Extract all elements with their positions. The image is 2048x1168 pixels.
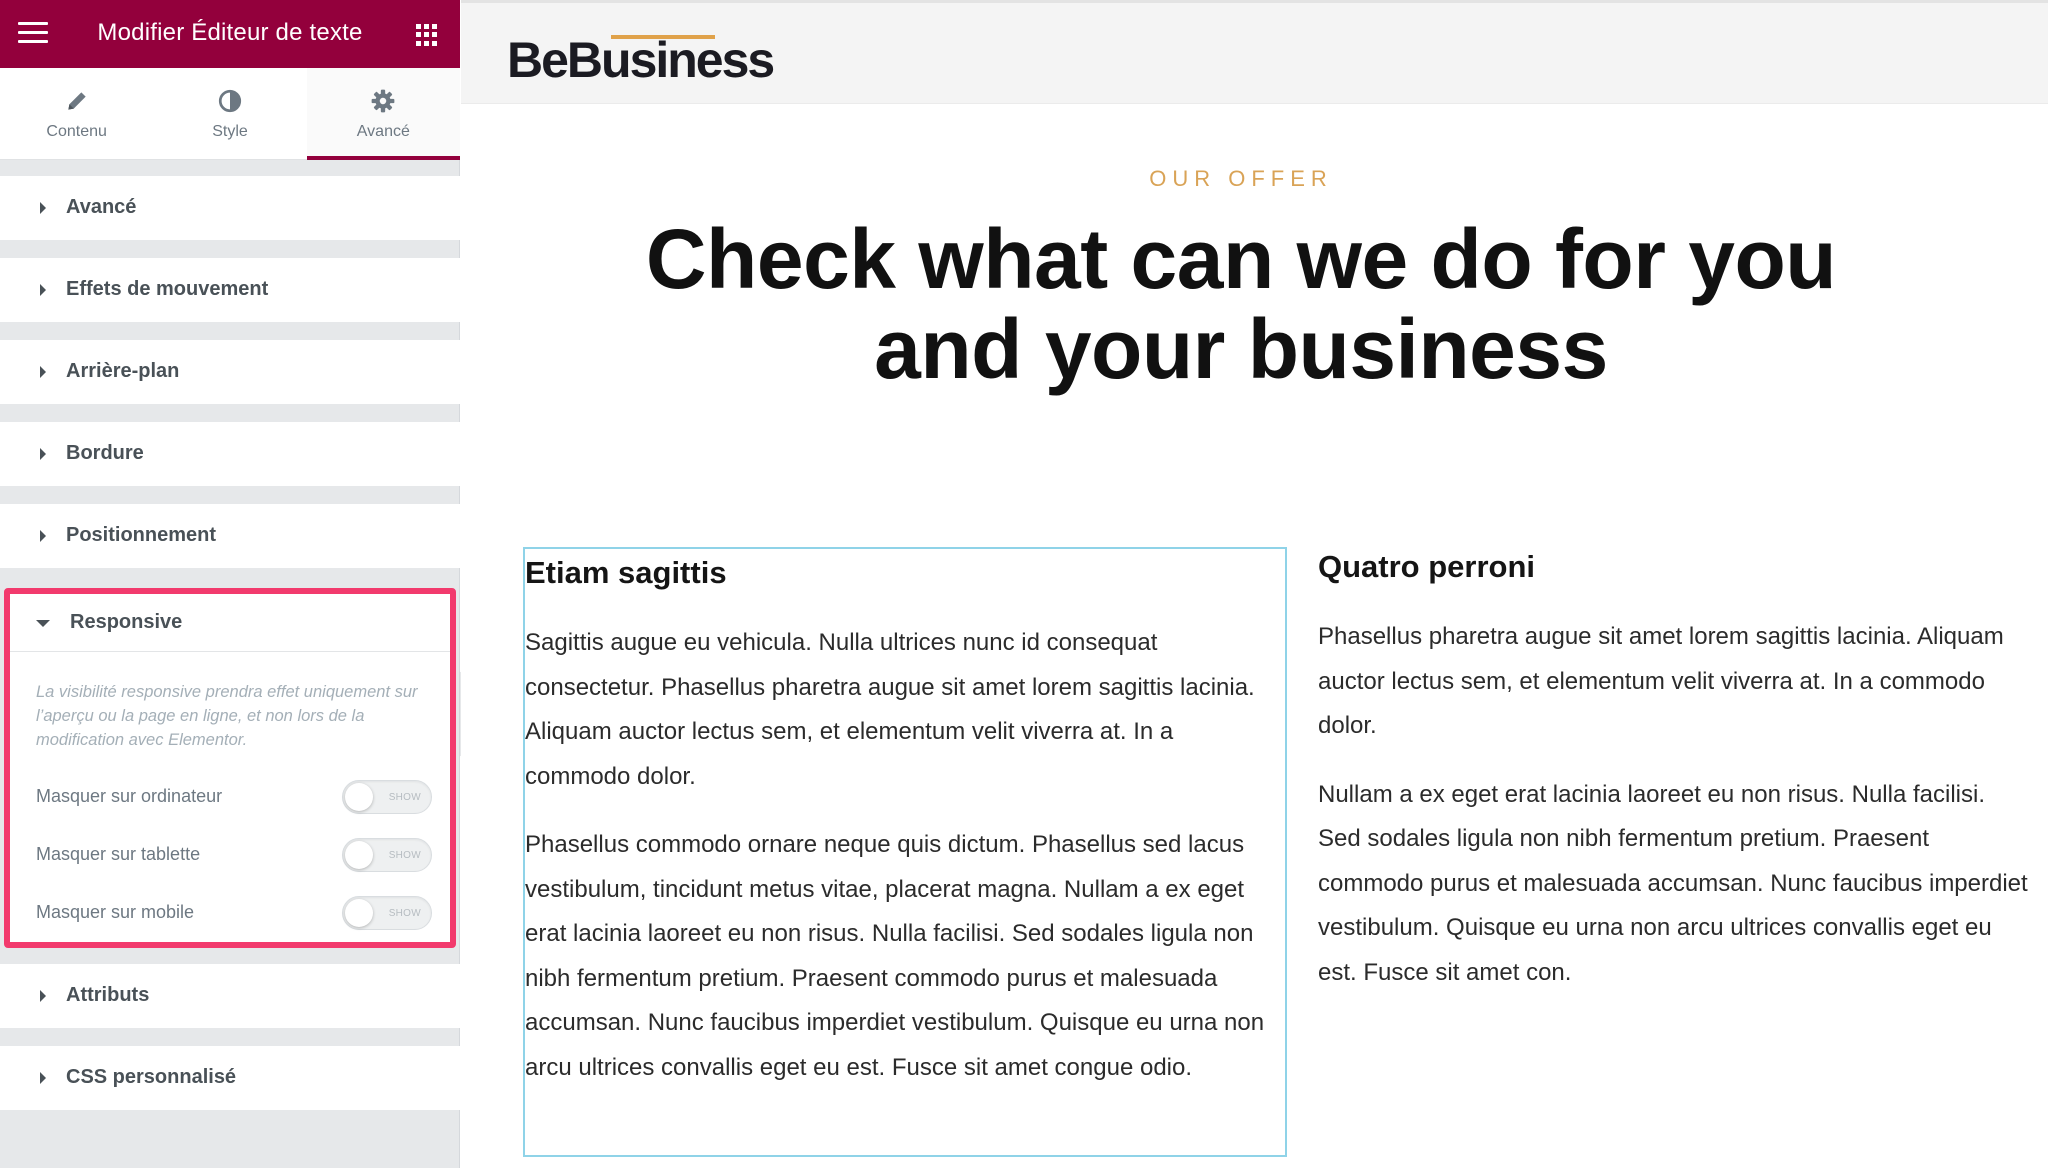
caret-right-icon bbox=[40, 284, 46, 296]
switch-state: SHOW bbox=[388, 850, 421, 861]
section-headline: Check what can we do for you and your bu… bbox=[461, 214, 2021, 394]
tab-label: Style bbox=[212, 123, 248, 140]
hide-mobile-switch[interactable]: SHOW bbox=[342, 896, 432, 930]
half-circle-icon bbox=[218, 89, 242, 113]
section-positionnement[interactable]: Positionnement bbox=[0, 504, 460, 568]
section-label: Effets de mouvement bbox=[66, 278, 269, 300]
responsive-note: La visibilité responsive prendra effet u… bbox=[36, 683, 418, 749]
caret-right-icon bbox=[40, 448, 46, 460]
toggle-row-ordinateur: Masquer sur ordinateur SHOW bbox=[10, 776, 450, 816]
hide-tablet-switch[interactable]: SHOW bbox=[342, 838, 432, 872]
section-effets-de-mouvement[interactable]: Effets de mouvement bbox=[0, 258, 460, 322]
site-header: BeBusiness bbox=[461, 0, 2048, 104]
pencil-icon bbox=[67, 92, 86, 110]
hide-desktop-switch[interactable]: SHOW bbox=[342, 780, 432, 814]
panel-title: Modifier Éditeur de texte bbox=[97, 19, 363, 46]
toggle-label: Masquer sur tablette bbox=[36, 844, 201, 864]
tab-label: Avancé bbox=[356, 123, 410, 140]
tab-contenu[interactable]: Contenu bbox=[0, 68, 153, 159]
logo-accent-bar bbox=[611, 35, 715, 39]
headline-line: and your business bbox=[874, 302, 1608, 396]
toggle-row-tablette: Masquer sur tablette SHOW bbox=[10, 834, 450, 874]
section-label: Positionnement bbox=[66, 524, 217, 546]
headline-line: Check what can we do for you bbox=[645, 212, 1837, 306]
editor-header: Modifier Éditeur de texte bbox=[0, 0, 460, 68]
text-editor-widget-selected[interactable]: Etiam sagittis Sagittis augue eu vehicul… bbox=[523, 547, 1287, 1157]
switch-state: SHOW bbox=[388, 792, 421, 803]
section-avance[interactable]: Avancé bbox=[0, 176, 460, 240]
section-label: Attributs bbox=[66, 984, 150, 1006]
toggle-row-mobile: Masquer sur mobile SHOW bbox=[10, 892, 450, 932]
switch-state: SHOW bbox=[388, 908, 421, 919]
tab-avance[interactable]: Avancé bbox=[306, 68, 461, 160]
caret-right-icon bbox=[40, 366, 46, 378]
caret-down-icon bbox=[36, 620, 50, 627]
column-paragraph: Nullam a ex eget erat lacinia laoreet eu… bbox=[1318, 780, 2028, 986]
toggle-label: Masquer sur ordinateur bbox=[36, 786, 223, 806]
caret-right-icon bbox=[40, 530, 46, 542]
section-css-personnalise[interactable]: CSS personnalisé bbox=[0, 1046, 460, 1110]
section-label: Responsive bbox=[70, 611, 183, 633]
section-label: Avancé bbox=[66, 196, 137, 218]
section-label: Arrière-plan bbox=[66, 360, 180, 382]
column-paragraph: Phasellus commodo ornare neque quis dict… bbox=[525, 831, 1265, 1081]
switch-knob bbox=[345, 841, 373, 869]
switch-knob bbox=[345, 899, 373, 927]
caret-right-icon bbox=[40, 990, 46, 1002]
gear-icon bbox=[371, 89, 395, 113]
text-editor-widget[interactable]: Quatro perroni Phasellus pharetra augue … bbox=[1318, 547, 2028, 1157]
column-title: Quatro perroni bbox=[1318, 549, 1536, 584]
column-paragraph: Sagittis augue eu vehicula. Nulla ultric… bbox=[525, 629, 1255, 790]
editor-panel: Modifier Éditeur de texte Contenu Style bbox=[0, 0, 461, 1168]
switch-knob bbox=[345, 783, 373, 811]
section-eyebrow: OUR OFFER bbox=[1149, 166, 1333, 191]
tab-label: Contenu bbox=[46, 123, 107, 140]
tab-style[interactable]: Style bbox=[153, 68, 306, 159]
column-title: Etiam sagittis bbox=[525, 555, 727, 590]
toggle-label: Masquer sur mobile bbox=[36, 902, 195, 922]
panel-tabs: Contenu Style Avancé bbox=[0, 68, 461, 160]
page-preview: BeBusiness OUR OFFER Check what can we d… bbox=[461, 0, 2048, 1168]
section-responsive-header[interactable]: Responsive bbox=[10, 594, 450, 652]
section-attributs[interactable]: Attributs bbox=[0, 964, 460, 1028]
section-label: Bordure bbox=[66, 442, 144, 464]
caret-right-icon bbox=[40, 202, 46, 214]
section-arriere-plan[interactable]: Arrière-plan bbox=[0, 340, 460, 404]
column-paragraph: Phasellus pharetra augue sit amet lorem … bbox=[1318, 623, 2004, 739]
widgets-grid-icon[interactable] bbox=[416, 24, 438, 46]
caret-right-icon bbox=[40, 1072, 46, 1084]
logo-text: BeBusiness bbox=[507, 32, 775, 88]
site-logo[interactable]: BeBusiness bbox=[507, 31, 775, 89]
section-label: CSS personnalisé bbox=[66, 1066, 237, 1088]
section-bordure[interactable]: Bordure bbox=[0, 422, 460, 486]
section-responsive: Responsive La visibilité responsive pren… bbox=[4, 588, 456, 948]
